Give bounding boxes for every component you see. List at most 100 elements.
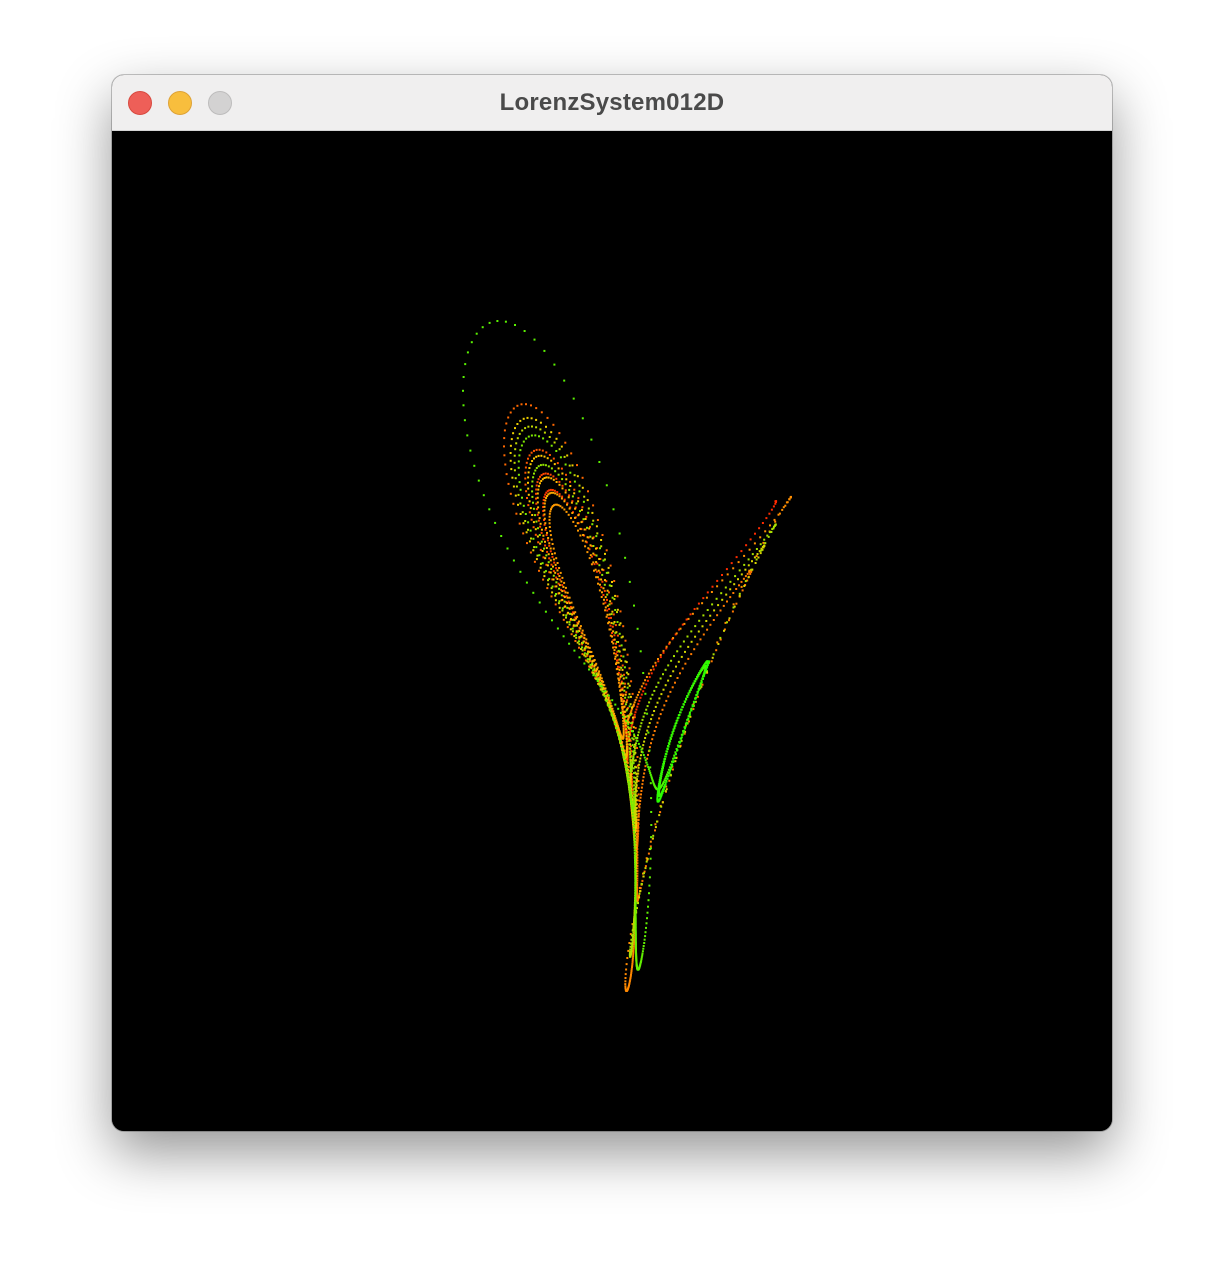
trajectory-point (659, 677, 662, 680)
trajectory-point (693, 700, 696, 703)
trajectory-point (624, 556, 627, 559)
trajectory-point (524, 427, 527, 430)
trajectory-point (629, 945, 632, 948)
trajectory-point (524, 483, 527, 486)
trajectory-point (625, 747, 628, 750)
trajectory-point (758, 527, 761, 530)
trajectory-point (633, 800, 635, 803)
trajectory-point (592, 561, 595, 564)
trajectory-point (631, 706, 633, 709)
trajectory-point (543, 349, 546, 352)
trajectory-point (632, 955, 635, 958)
trajectory-point (545, 476, 548, 479)
trajectory-point (637, 734, 639, 737)
trajectory-point (551, 619, 553, 622)
trajectory-point (674, 722, 677, 725)
trajectory-point (602, 587, 605, 590)
trajectory-point (549, 473, 552, 476)
trajectory-point (575, 502, 578, 505)
trajectory-point (633, 836, 636, 839)
trajectory-point (715, 649, 718, 652)
trajectory-point (524, 477, 527, 480)
trajectory-point (650, 836, 653, 839)
trajectory-point (518, 522, 521, 525)
trajectory-point (634, 863, 637, 866)
trajectory-point (535, 520, 538, 523)
trajectory-point (592, 552, 595, 555)
trajectory-point (716, 614, 719, 617)
trajectory-point (561, 598, 564, 601)
trajectory-point (622, 751, 625, 754)
trajectory-point (632, 816, 634, 819)
trajectory-point (525, 490, 528, 493)
trajectory-point (566, 454, 569, 457)
trajectory-point (688, 720, 690, 723)
trajectory-point (609, 624, 612, 627)
trajectory-point (632, 762, 635, 765)
trajectory-point (596, 532, 599, 535)
trajectory-point (540, 454, 543, 457)
trajectory-point (640, 786, 643, 789)
trajectory-point (532, 476, 535, 479)
trajectory-point (512, 432, 515, 435)
trajectory-point (636, 830, 639, 833)
trajectory-point (518, 454, 521, 457)
trajectory-point (592, 519, 595, 522)
trajectory-point (788, 498, 791, 501)
trajectory-point (662, 790, 665, 793)
trajectory-point (555, 437, 558, 440)
trajectory-point (609, 564, 612, 567)
trajectory-point (721, 574, 723, 576)
trajectory-point (585, 638, 588, 641)
trajectory-point (630, 797, 633, 800)
trajectory-point (529, 507, 532, 510)
trajectory-point (586, 551, 589, 554)
trajectory-point (539, 522, 542, 525)
trajectory-point (719, 609, 722, 612)
trajectory-point (654, 705, 657, 708)
trajectory-point (717, 604, 720, 607)
trajectory-point (693, 608, 696, 610)
trajectory-point (554, 603, 557, 606)
trajectory-point (524, 513, 527, 515)
trajectory-point (642, 754, 645, 756)
trajectory-point (488, 321, 491, 324)
trajectory-point (606, 593, 609, 596)
trajectory-point (586, 652, 589, 655)
trajectory-point (599, 681, 602, 684)
title-bar[interactable]: LorenzSystem012D (112, 75, 1112, 131)
trajectory-point (612, 508, 615, 511)
trajectory-point (616, 641, 618, 643)
trajectory-point (738, 584, 740, 587)
trajectory-point (683, 700, 686, 703)
trajectory-point (546, 495, 549, 497)
trajectory-point (647, 731, 650, 734)
trajectory-point (534, 469, 537, 472)
trajectory-point (550, 459, 553, 462)
trajectory-point (558, 495, 561, 498)
trajectory-point (543, 509, 546, 512)
trajectory-point (632, 726, 635, 729)
trajectory-point (640, 790, 643, 792)
trajectory-point (698, 671, 701, 674)
trajectory-point (550, 568, 553, 570)
trajectory-point (587, 661, 590, 664)
trajectory-point (586, 499, 589, 502)
trajectory-point (747, 564, 750, 567)
trajectory-point (560, 497, 563, 500)
trajectory-point (624, 639, 627, 642)
trajectory-point (561, 484, 564, 487)
trajectory-point (645, 922, 648, 925)
lorenz-attractor-plot (462, 320, 792, 992)
trajectory-point (618, 532, 621, 535)
trajectory-point (608, 584, 611, 587)
trajectory-point (667, 664, 670, 667)
trajectory-point (634, 711, 637, 714)
trajectory-point (516, 404, 519, 407)
trajectory-point (604, 552, 606, 555)
trajectory-point (558, 480, 561, 483)
trajectory-point (569, 612, 571, 615)
trajectory-point (513, 469, 516, 472)
trajectory-point (534, 528, 537, 531)
trajectory-point (565, 616, 567, 619)
